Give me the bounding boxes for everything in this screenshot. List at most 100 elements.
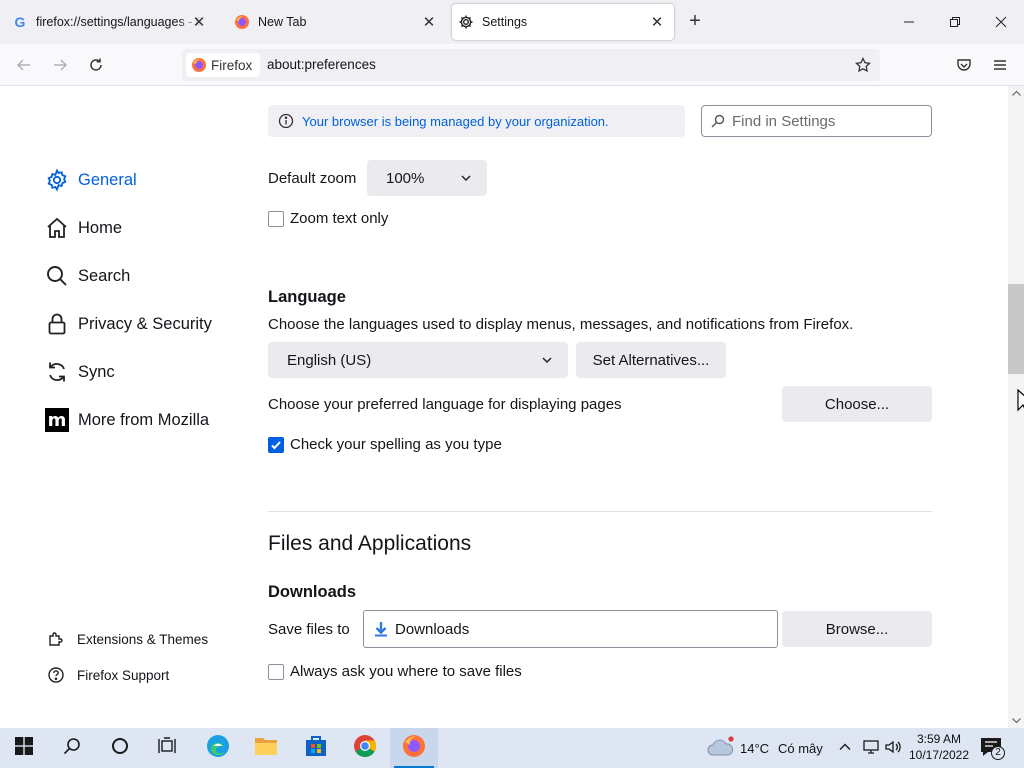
always-ask-label: Always ask you where to save files bbox=[290, 663, 522, 680]
default-zoom-select[interactable]: 100% bbox=[367, 160, 487, 196]
sidebar-item-general[interactable]: General bbox=[44, 167, 137, 193]
download-folder-name: Downloads bbox=[395, 620, 470, 638]
close-tab-icon[interactable]: ✕ bbox=[648, 13, 666, 31]
weather-temperature: 14°C bbox=[740, 741, 770, 756]
url-text[interactable]: about:preferences bbox=[267, 57, 376, 72]
spellcheck-checkbox[interactable] bbox=[268, 436, 284, 453]
tab-new-tab[interactable]: New Tab ✕ bbox=[228, 4, 446, 40]
back-button[interactable] bbox=[12, 53, 36, 77]
weather-condition: Có mây bbox=[778, 741, 823, 756]
windows-logo-icon bbox=[15, 736, 33, 760]
firefox-icon bbox=[191, 57, 207, 73]
extensions-themes-link[interactable]: Extensions & Themes bbox=[46, 629, 208, 649]
edge-button[interactable] bbox=[194, 728, 242, 768]
edge-icon bbox=[206, 734, 230, 763]
task-view-button[interactable] bbox=[144, 728, 192, 768]
files-applications-heading: Files and Applications bbox=[268, 532, 472, 555]
search-icon bbox=[63, 737, 81, 760]
scroll-up-icon[interactable] bbox=[1008, 86, 1024, 100]
scroll-down-icon[interactable] bbox=[1008, 714, 1024, 728]
save-files-label: Save files to bbox=[268, 621, 350, 638]
spellcheck-option[interactable]: Check your spelling as you type bbox=[268, 436, 502, 453]
search-input[interactable] bbox=[732, 112, 922, 130]
sidebar-item-search[interactable]: Search bbox=[44, 263, 130, 289]
zoom-text-only-option[interactable]: Zoom text only bbox=[268, 210, 388, 227]
sidebar-item-home[interactable]: Home bbox=[44, 215, 122, 241]
network-icon[interactable] bbox=[862, 739, 880, 760]
notification-center-button[interactable]: 2 bbox=[980, 737, 1006, 761]
cortana-button[interactable] bbox=[96, 728, 144, 768]
mozilla-letter: m bbox=[45, 408, 69, 432]
home-icon bbox=[44, 215, 70, 241]
volume-icon[interactable] bbox=[884, 739, 902, 760]
gear-icon bbox=[44, 167, 70, 193]
help-icon bbox=[46, 665, 66, 685]
store-button[interactable] bbox=[292, 728, 340, 768]
sidebar-item-label: Home bbox=[78, 218, 123, 237]
policy-notice[interactable]: Your browser is being managed by your or… bbox=[268, 105, 685, 137]
identity-box[interactable]: Firefox bbox=[186, 53, 260, 77]
chrome-button[interactable] bbox=[341, 728, 389, 768]
search-icon bbox=[710, 113, 726, 129]
download-arrow-icon bbox=[372, 620, 390, 638]
sidebar-item-more-from-mozilla[interactable]: m More from Mozilla bbox=[44, 407, 209, 433]
default-zoom-label: Default zoom bbox=[268, 170, 357, 187]
app-menu-icon[interactable] bbox=[988, 53, 1012, 77]
chrome-icon bbox=[353, 734, 377, 763]
download-folder-field[interactable]: Downloads bbox=[363, 610, 778, 648]
reload-button[interactable] bbox=[84, 53, 108, 77]
always-ask-option[interactable]: Always ask you where to save files bbox=[268, 663, 522, 680]
choose-language-button[interactable]: Choose... bbox=[782, 386, 932, 422]
firefox-support-link[interactable]: Firefox Support bbox=[46, 665, 169, 685]
file-explorer-button[interactable] bbox=[242, 728, 290, 768]
navigation-toolbar: Firefox about:preferences bbox=[0, 44, 1024, 86]
chevron-up-icon[interactable] bbox=[838, 740, 852, 759]
default-zoom-value: 100% bbox=[386, 169, 425, 187]
weather-cloud-icon[interactable] bbox=[706, 736, 736, 763]
settings-search[interactable] bbox=[701, 105, 932, 137]
system-clock[interactable]: 3:59 AM 10/17/2022 bbox=[906, 731, 972, 763]
always-ask-checkbox[interactable] bbox=[268, 663, 284, 680]
scrollbar-thumb[interactable] bbox=[1008, 284, 1024, 374]
sidebar-item-label: General bbox=[78, 170, 137, 189]
bookmark-star-icon[interactable] bbox=[852, 54, 874, 76]
tab-strip: G firefox://settings/languages - Google … bbox=[0, 0, 1024, 44]
downloads-heading: Downloads bbox=[268, 583, 357, 601]
close-window-button[interactable] bbox=[987, 8, 1015, 36]
pocket-icon[interactable] bbox=[952, 53, 976, 77]
chevron-down-icon bbox=[540, 353, 554, 367]
clock-time: 3:59 AM bbox=[916, 732, 962, 746]
sidebar-item-privacy-security[interactable]: Privacy & Security bbox=[44, 311, 212, 337]
set-alternatives-button[interactable]: Set Alternatives... bbox=[576, 342, 726, 378]
gear-icon bbox=[458, 14, 474, 30]
taskbar-search-button[interactable] bbox=[48, 728, 96, 768]
close-tab-icon[interactable]: ✕ bbox=[190, 13, 208, 31]
zoom-text-only-checkbox[interactable] bbox=[268, 210, 284, 227]
identity-label: Firefox bbox=[211, 57, 253, 73]
restore-button[interactable] bbox=[941, 8, 969, 36]
side-link-label: Firefox Support bbox=[77, 667, 170, 683]
sidebar-item-sync[interactable]: Sync bbox=[44, 359, 115, 385]
firefox-icon bbox=[234, 14, 250, 30]
tab-settings[interactable]: Settings ✕ bbox=[452, 4, 674, 40]
forward-button[interactable] bbox=[48, 53, 72, 77]
browse-button[interactable]: Browse... bbox=[782, 611, 932, 647]
close-tab-icon[interactable]: ✕ bbox=[420, 13, 438, 31]
circle-icon bbox=[111, 737, 129, 760]
new-tab-button[interactable]: + bbox=[684, 10, 706, 32]
clock-date: 10/17/2022 bbox=[908, 748, 970, 762]
chevron-down-icon bbox=[459, 171, 473, 185]
windows-taskbar: 14°C Có mây 3:59 AM 10/17/2022 2 bbox=[0, 728, 1024, 768]
side-link-label: Extensions & Themes bbox=[77, 631, 209, 647]
firefox-button[interactable] bbox=[390, 728, 438, 768]
url-bar[interactable]: Firefox about:preferences bbox=[182, 49, 880, 81]
start-button[interactable] bbox=[0, 728, 48, 768]
tab-google-search[interactable]: G firefox://settings/languages - Google … bbox=[6, 4, 216, 40]
google-g-icon: G bbox=[14, 14, 26, 30]
spellcheck-label: Check your spelling as you type bbox=[290, 436, 502, 453]
language-select[interactable]: English (US) bbox=[268, 342, 568, 378]
language-heading: Language bbox=[268, 288, 346, 306]
notification-count-badge: 2 bbox=[991, 746, 1005, 760]
minimize-button[interactable] bbox=[895, 8, 923, 36]
sidebar-item-label: Privacy & Security bbox=[78, 314, 212, 333]
